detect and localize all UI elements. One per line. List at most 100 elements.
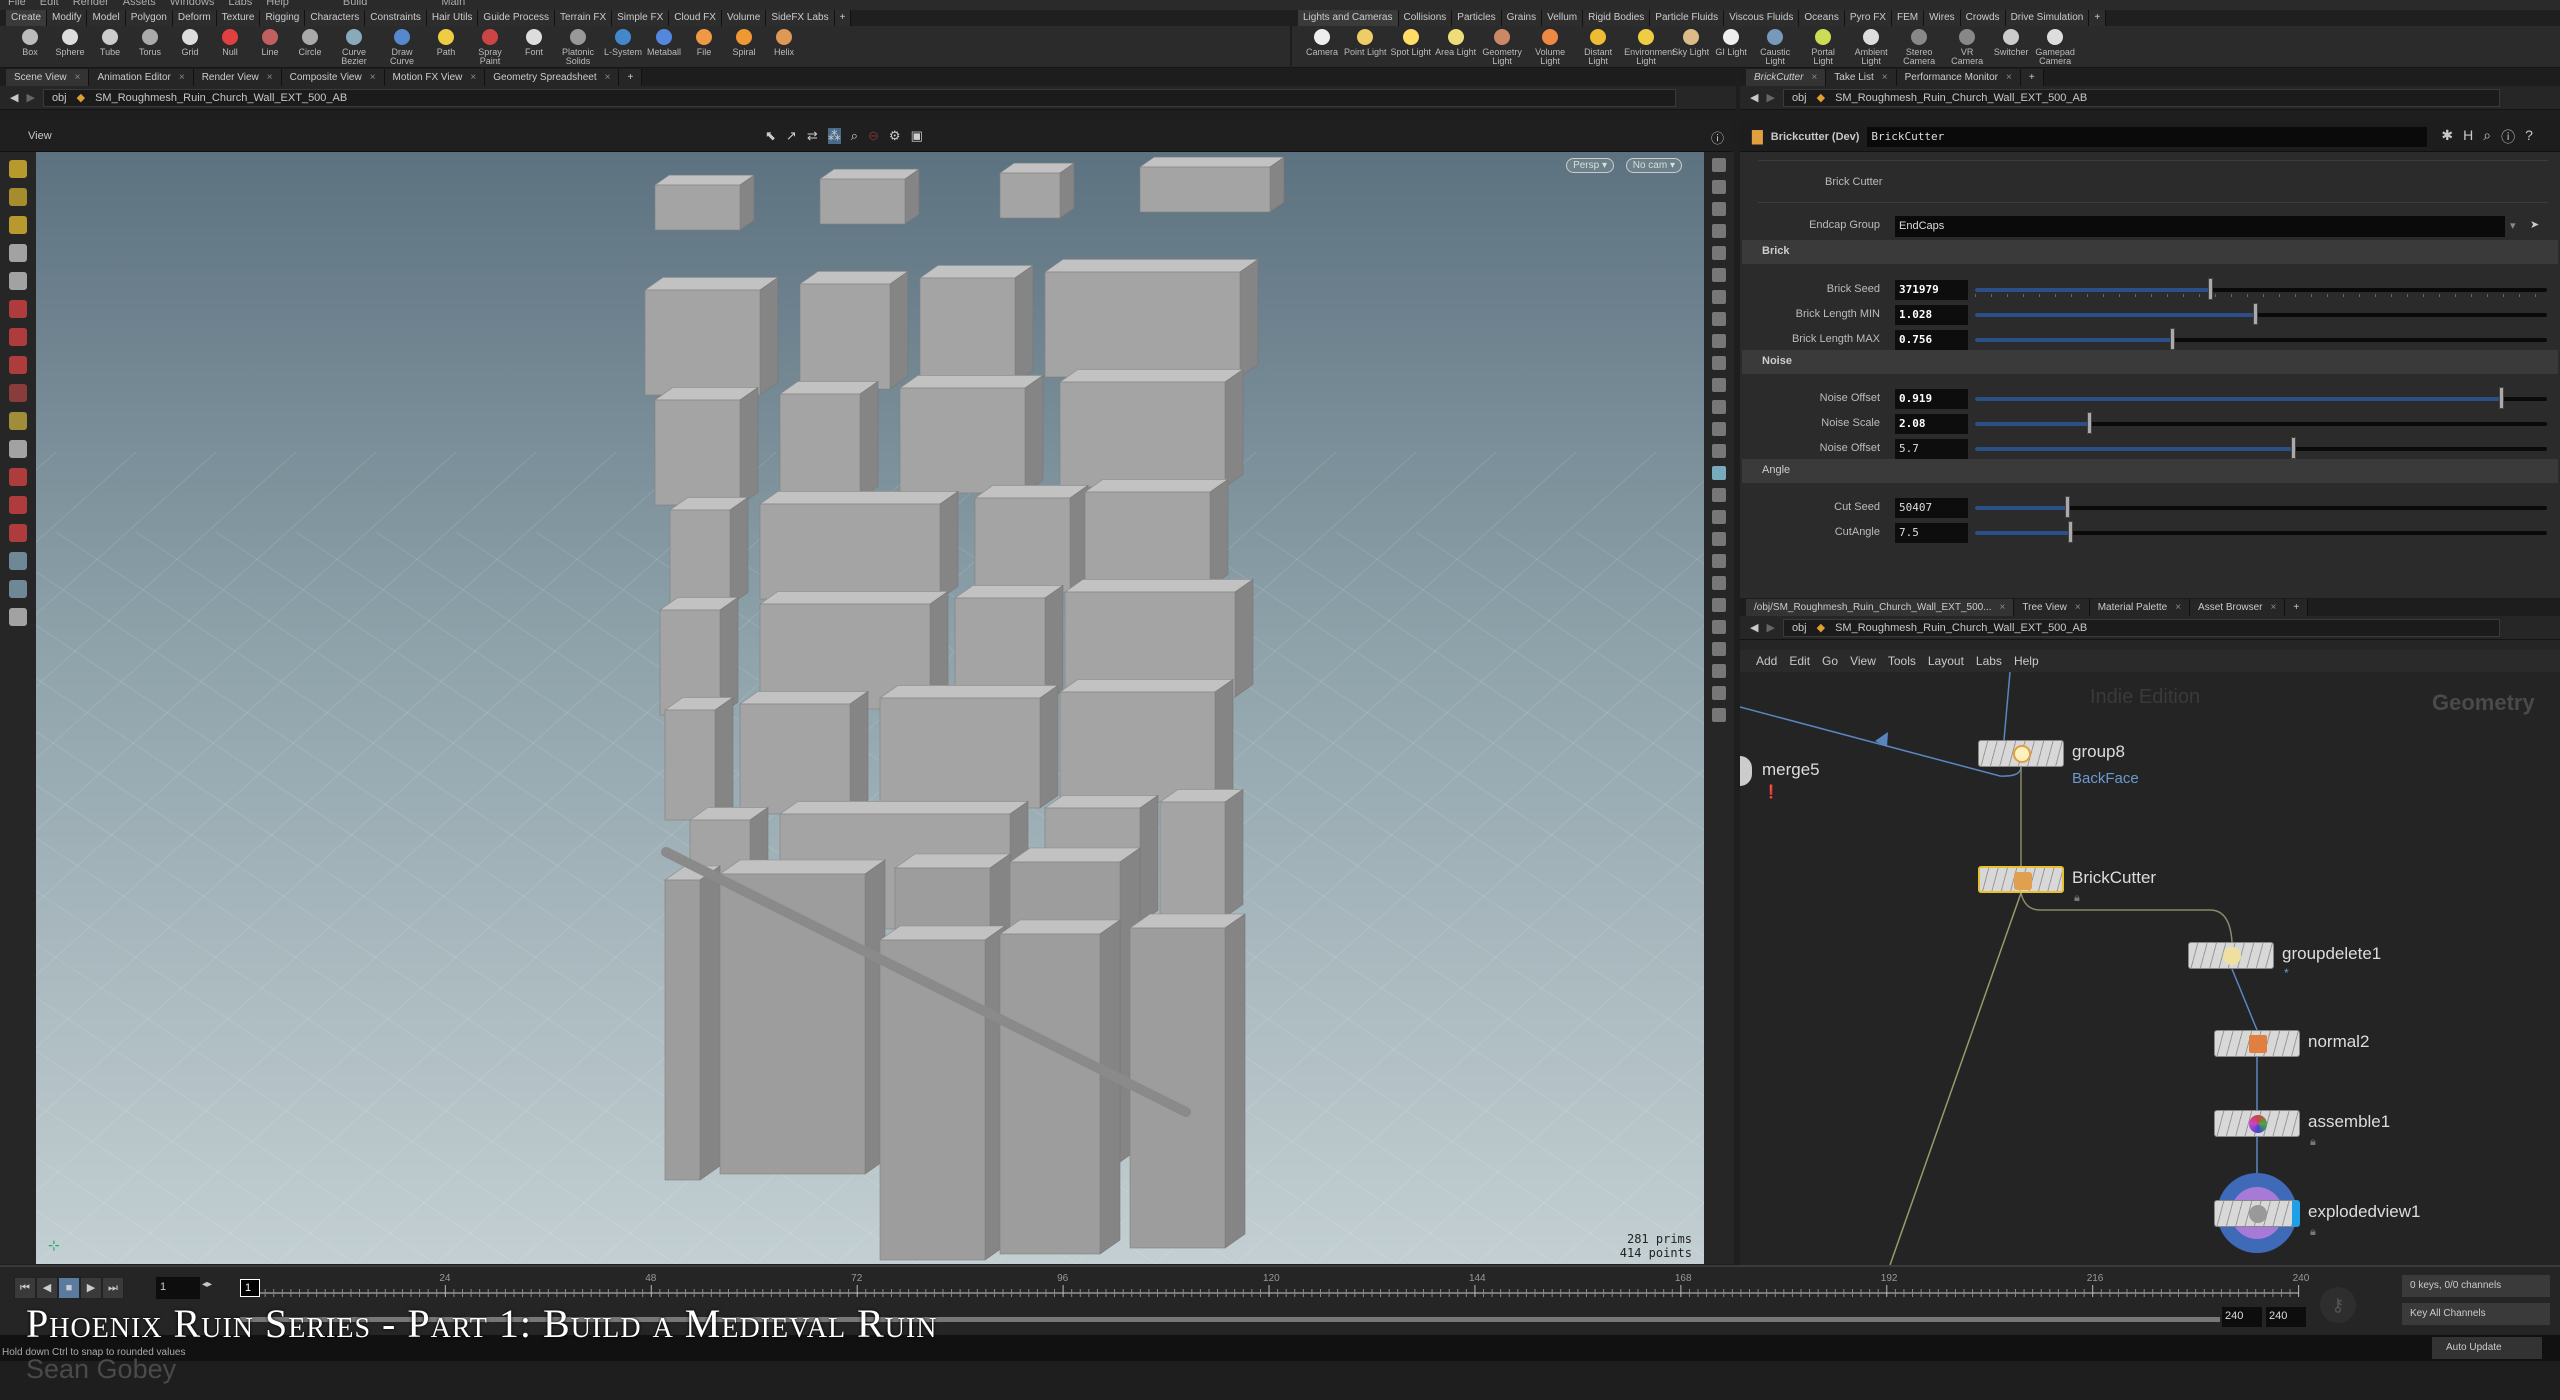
- shelf-tool[interactable]: Null: [212, 29, 248, 66]
- tool-icon[interactable]: [9, 608, 27, 626]
- shelf-tool[interactable]: Switcher: [1993, 29, 2029, 66]
- close-icon[interactable]: ×: [267, 72, 273, 83]
- 3d-viewport[interactable]: Persp ▾ No cam ▾ 281 prims 414 points ⊹: [36, 152, 1704, 1264]
- display-option-icon[interactable]: [1712, 180, 1726, 194]
- path-node[interactable]: SM_Roughmesh_Ruin_Church_Wall_EXT_500_AB: [1835, 92, 2087, 104]
- display-option-icon[interactable]: [1712, 444, 1726, 458]
- select-arrow-icon[interactable]: ➤: [2530, 218, 2539, 231]
- tool-icon[interactable]: [9, 468, 27, 486]
- camera-menu[interactable]: No cam ▾: [1625, 158, 1682, 173]
- shelf-tool[interactable]: VR Camera: [1945, 29, 1989, 66]
- shelf-tool[interactable]: Circle: [292, 29, 328, 66]
- shelf-tab[interactable]: Terrain FX: [555, 10, 613, 26]
- path-node[interactable]: SM_Roughmesh_Ruin_Church_Wall_EXT_500_AB: [1835, 622, 2087, 634]
- dropdown-arrow-icon[interactable]: ▾: [2510, 219, 2516, 232]
- menu-item[interactable]: Render: [73, 0, 109, 10]
- param-slider[interactable]: [1975, 278, 2547, 300]
- add-tab-icon[interactable]: +: [834, 10, 852, 26]
- shelf-tab[interactable]: Crowds: [1960, 10, 2006, 26]
- normal2-node[interactable]: [2214, 1030, 2300, 1057]
- param-slider[interactable]: [1975, 387, 2547, 409]
- endcap-group-field[interactable]: EndCaps: [1895, 216, 2505, 237]
- view-label[interactable]: View: [28, 130, 52, 142]
- slider-handle[interactable]: [2291, 437, 2297, 459]
- shelf-tab[interactable]: Viscous Fluids: [1724, 10, 1800, 26]
- add-tab-icon[interactable]: +: [2089, 10, 2107, 26]
- close-icon[interactable]: ×: [2271, 602, 2277, 613]
- shelf-tool[interactable]: Curve Bezier: [332, 29, 376, 66]
- path-root[interactable]: obj: [1792, 622, 1807, 634]
- slider-handle[interactable]: [2064, 496, 2070, 518]
- pane-tab[interactable]: Render View ×: [193, 68, 282, 86]
- path-node[interactable]: SM_Roughmesh_Ruin_Church_Wall_EXT_500_AB: [95, 92, 347, 104]
- pane-tab[interactable]: Material Palette ×: [2089, 598, 2191, 616]
- display-option-icon[interactable]: [1712, 378, 1726, 392]
- add-tab-icon[interactable]: +: [2285, 598, 2309, 616]
- shelf-tool[interactable]: Portal Light: [1801, 29, 1845, 66]
- display-option-icon[interactable]: [1712, 620, 1726, 634]
- param-value-field[interactable]: 0.919: [1895, 389, 1968, 409]
- display-option-icon[interactable]: [1712, 334, 1726, 348]
- shelf-tool[interactable]: Stereo Camera: [1897, 29, 1941, 66]
- path-field[interactable]: obj ◆ SM_Roughmesh_Ruin_Church_Wall_EXT_…: [42, 88, 1676, 107]
- shelf-tab[interactable]: Cloud FX: [669, 10, 722, 26]
- network-menu-item[interactable]: Edit: [1789, 654, 1810, 668]
- display-option-icon[interactable]: [1712, 598, 1726, 612]
- tool-icon[interactable]: [9, 356, 27, 374]
- shelf-tool[interactable]: Environment Light: [1624, 29, 1675, 66]
- group8-node[interactable]: [1978, 740, 2064, 767]
- shelf-tab[interactable]: Polygon: [125, 10, 173, 26]
- shelf-tool[interactable]: Point Light: [1344, 29, 1387, 66]
- slider-handle[interactable]: [2067, 521, 2073, 543]
- display-option-icon[interactable]: [1712, 488, 1726, 502]
- close-icon[interactable]: ×: [1811, 72, 1817, 83]
- slider-handle[interactable]: [2499, 387, 2505, 409]
- timeline-ruler[interactable]: 24 48 72 96 120 144 168 192 216 240: [236, 1267, 2316, 1303]
- tool-icon[interactable]: [9, 188, 27, 206]
- shelf-tab[interactable]: Oceans: [1799, 10, 1845, 26]
- auto-update-menu[interactable]: Auto Update: [2432, 1337, 2542, 1359]
- shelf-tool[interactable]: Tube: [92, 29, 128, 66]
- close-icon[interactable]: ×: [470, 72, 476, 83]
- param-slider[interactable]: [1975, 496, 2547, 518]
- shelf-tab[interactable]: Constraints: [365, 10, 427, 26]
- display-option-icon[interactable]: [1712, 290, 1726, 304]
- back-icon[interactable]: ◀: [10, 91, 18, 104]
- network-menu-item[interactable]: Go: [1822, 654, 1838, 668]
- desktop-menu[interactable]: Build: [343, 0, 367, 10]
- display-option-icon[interactable]: [1712, 422, 1726, 436]
- play-icon[interactable]: ▶: [80, 1277, 102, 1299]
- tool-icon[interactable]: [9, 272, 27, 290]
- slider-handle[interactable]: [2087, 412, 2093, 434]
- param-slider[interactable]: [1975, 328, 2547, 350]
- shelf-tool[interactable]: Box: [12, 29, 48, 66]
- handle-icon[interactable]: ⇄: [807, 128, 818, 144]
- tool-icon[interactable]: [9, 524, 27, 542]
- pane-tab[interactable]: Composite View ×: [281, 68, 385, 86]
- shelf-tool[interactable]: Platonic Solids: [556, 29, 600, 66]
- display-option-icon[interactable]: [1712, 246, 1726, 260]
- context-menu[interactable]: Main: [441, 0, 465, 10]
- shelf-tool[interactable]: Metaball: [646, 29, 682, 66]
- shelf-tool[interactable]: Helix: [766, 29, 802, 66]
- menu-item[interactable]: Edit: [40, 0, 59, 10]
- shelf-tab[interactable]: Simple FX: [612, 10, 670, 26]
- param-value-field[interactable]: 1.028: [1895, 305, 1968, 325]
- pane-tab[interactable]: Scene View ×: [6, 68, 90, 86]
- shelf-tab[interactable]: Rigging: [260, 10, 306, 26]
- help-icon[interactable]: ⓘ: [1711, 128, 1724, 147]
- add-tab-icon[interactable]: +: [619, 68, 643, 86]
- shelf-tool[interactable]: Spot Light: [1391, 29, 1431, 66]
- jump-start-icon[interactable]: ⏮: [14, 1277, 36, 1299]
- param-value-field[interactable]: 0.756: [1895, 330, 1968, 350]
- close-icon[interactable]: ×: [605, 72, 611, 83]
- pane-tab[interactable]: Geometry Spreadsheet ×: [485, 68, 620, 86]
- shelf-tab[interactable]: Model: [87, 10, 126, 26]
- pane-tab[interactable]: Take List ×: [1826, 68, 1897, 86]
- stop-icon[interactable]: ■: [58, 1277, 80, 1299]
- display-option-icon[interactable]: [1712, 224, 1726, 238]
- tool-icon[interactable]: [9, 440, 27, 458]
- close-icon[interactable]: ×: [2175, 602, 2181, 613]
- display-option-icon[interactable]: [1712, 158, 1726, 172]
- forward-icon[interactable]: ▶: [1766, 621, 1774, 634]
